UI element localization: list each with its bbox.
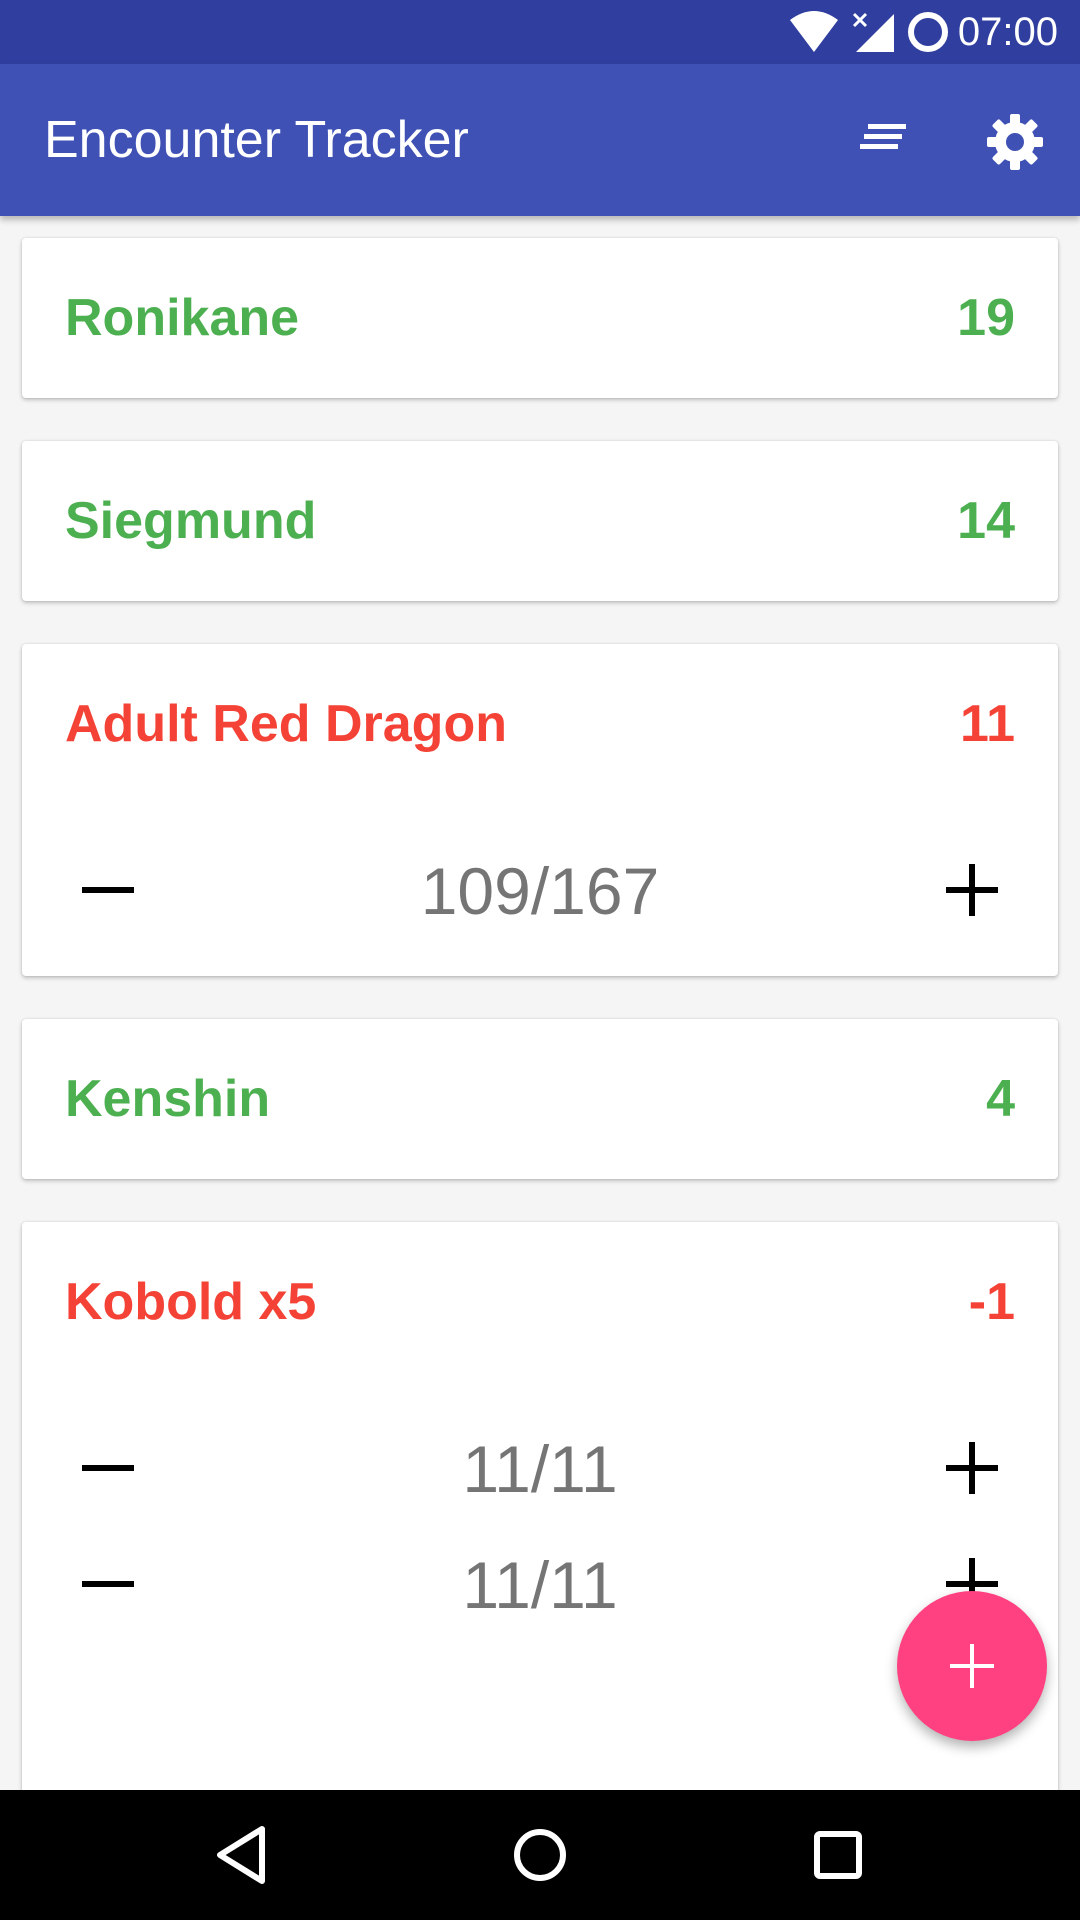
- hp-value: 11/11: [462, 1432, 618, 1506]
- hp-value: 11/11: [462, 1548, 618, 1622]
- app-bar: Encounter Tracker: [0, 64, 1080, 216]
- sort-icon[interactable]: [854, 110, 918, 174]
- combatant-card[interactable]: Kobold x5 -1 11/11 11/11: [22, 1222, 1058, 1790]
- combatant-card[interactable]: Kenshin 4: [22, 1019, 1058, 1179]
- combatant-name: Kenshin: [65, 1070, 271, 1128]
- combatant-initiative: 11: [960, 695, 1015, 753]
- wifi-icon: [790, 11, 838, 52]
- combatant-card[interactable]: Adult Red Dragon 11 109/167: [22, 644, 1058, 976]
- combatant-name: Ronikane: [65, 289, 300, 347]
- status-bar: 07:00: [0, 0, 1080, 64]
- circle-status-icon: [908, 12, 948, 52]
- combatant-card[interactable]: Siegmund 14: [22, 441, 1058, 601]
- navigation-bar: [0, 1790, 1080, 1920]
- combatant-name: Kobold x5: [65, 1273, 317, 1331]
- combatant-list[interactable]: Ronikane 19 Siegmund 14 Adult Red Dragon…: [0, 216, 1080, 1790]
- recents-icon[interactable]: [798, 1815, 878, 1895]
- combatant-card[interactable]: Ronikane 19: [22, 238, 1058, 398]
- combatant-name: Siegmund: [65, 492, 317, 550]
- hp-row: 11/11: [22, 1382, 1058, 1554]
- combatant-name: Adult Red Dragon: [65, 695, 507, 753]
- combatant-initiative: 19: [957, 289, 1015, 347]
- back-icon[interactable]: [204, 1815, 284, 1895]
- increase-hp-button[interactable]: [942, 1438, 1002, 1498]
- combatant-initiative: 14: [957, 492, 1015, 550]
- add-combatant-button[interactable]: [897, 1591, 1047, 1741]
- settings-gear-icon[interactable]: [983, 110, 1047, 174]
- hp-row: 109/167: [22, 804, 1058, 976]
- status-time: 07:00: [957, 10, 1058, 54]
- increase-hp-button[interactable]: [942, 860, 1002, 920]
- hp-value: 109/167: [420, 854, 660, 928]
- combatant-initiative: 4: [986, 1070, 1015, 1128]
- app-title: Encounter Tracker: [44, 111, 469, 169]
- combatant-initiative: -1: [968, 1273, 1015, 1331]
- signal-off-icon: [852, 12, 894, 52]
- add-icon: [950, 1644, 994, 1688]
- home-icon[interactable]: [500, 1815, 580, 1895]
